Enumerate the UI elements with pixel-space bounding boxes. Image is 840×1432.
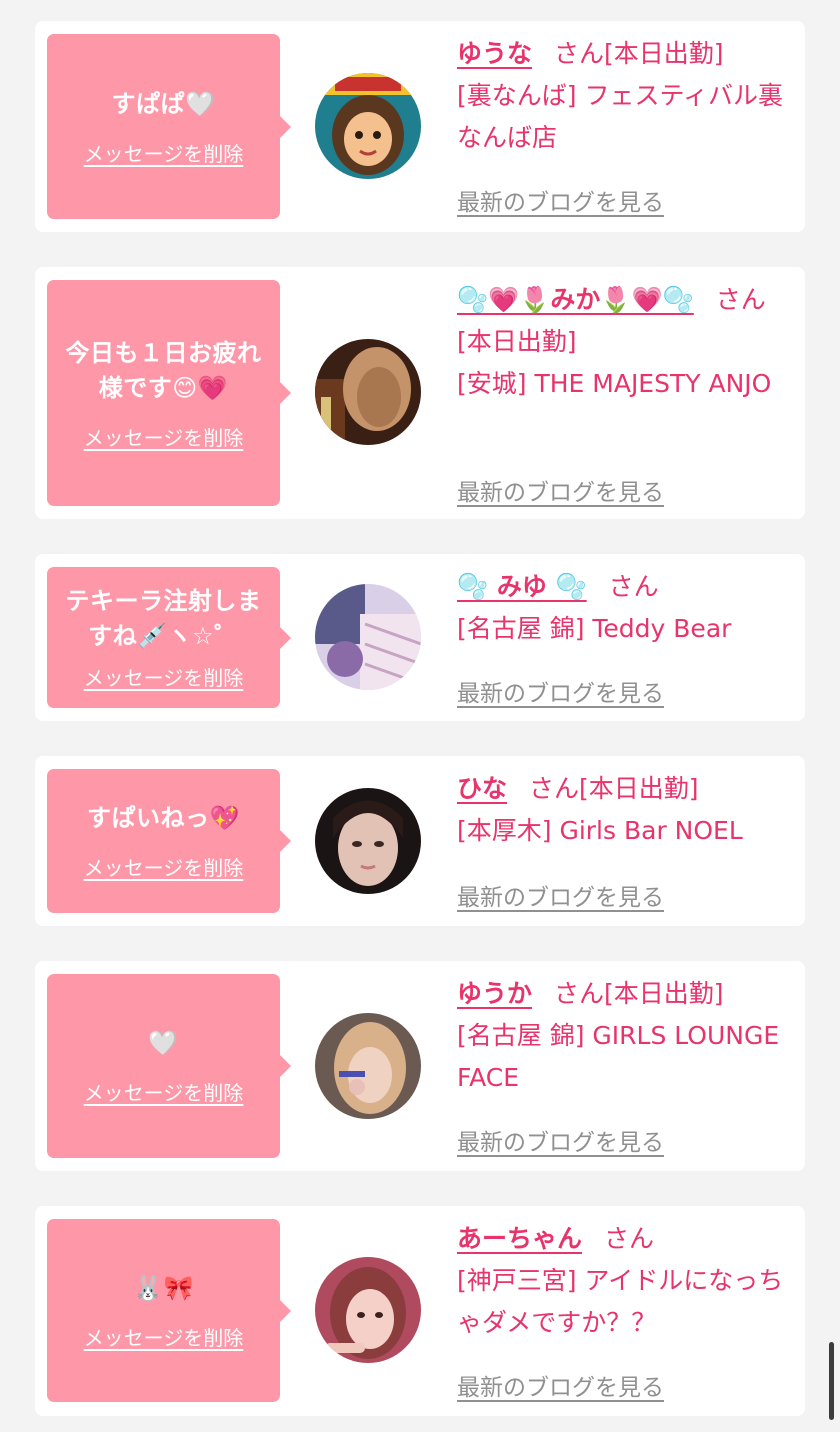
shop-name: [本厚木] Girls Bar NOEL [457,816,743,845]
cast-name-link[interactable]: ゆうな [457,39,532,68]
cast-avatar[interactable] [315,584,421,690]
cast-avatar[interactable] [315,1013,421,1119]
message-text: すぱいねっ💖 [87,804,240,832]
shop-name: [裏なんば] フェスティバル裏なんば店 [457,81,783,152]
shop-name: [神戸三宮] アイドルになっちゃダメですか？？ [457,1266,784,1337]
cast-name-link[interactable]: あーちゃん [457,1224,582,1253]
latest-blog-link[interactable]: 最新のブログを見る [457,1368,664,1402]
cast-info: あーちゃん さん [神戸三宮] アイドルになっちゃダメですか？？ 最新のブログを見… [457,1218,797,1403]
cast-name-link[interactable]: ゆうか [457,979,532,1008]
shop-name: [名古屋 錦] Teddy Bear [457,614,732,643]
message-bubble: 今日も１日お疲れ様です😊💗 メッセージを削除 [47,280,291,506]
cast-name-line: あーちゃん さん [457,1218,797,1260]
delete-message-link[interactable]: メッセージを削除 [84,662,244,691]
avatar-photo-icon [315,1013,421,1119]
latest-blog-link[interactable]: 最新のブログを見る [457,1123,664,1157]
message-text: 🤍 [148,1029,179,1057]
avatar-photo-icon [315,584,421,690]
delete-message-link[interactable]: メッセージを削除 [84,1077,244,1106]
san-suffix: さん [608,572,659,601]
cast-name-link[interactable]: ひな [457,774,507,803]
latest-blog-link[interactable]: 最新のブログを見る [457,674,664,708]
avatar-photo-icon [315,788,421,894]
message-bubble: 🐰🎀 メッセージを削除 [47,1219,291,1402]
latest-blog-link[interactable]: 最新のブログを見る [457,183,664,217]
cast-avatar[interactable] [315,73,421,179]
message-card: テキーラ注射しますね💉ヽ☆゜ メッセージを削除 🫧 みゆ 🫧 さん [名古屋 錦]… [35,554,805,721]
cast-info: ゆうな さん[本日出勤] [裏なんば] フェスティバル裏なんば店 最新のブログを見… [457,33,797,223]
shop-name: [安城] THE MAJESTY ANJO [457,369,772,398]
cast-info: 🫧💗🌷みか🌷💗🫧 さん[本日出勤] [安城] THE MAJESTY ANJO 最… [457,279,797,507]
message-text: 今日も１日お疲れ様です😊💗 [65,338,262,402]
message-feed: すぱぱ🤍 メッセージを削除 ゆうな さん[本日出勤] [裏なんば] フェスティバル… [0,0,840,1432]
delete-message-link[interactable]: メッセージを削除 [84,1322,244,1351]
san-suffix: さん[本日出勤] [554,39,724,68]
delete-message-link[interactable]: メッセージを削除 [84,422,244,451]
message-bubble: すぱぱ🤍 メッセージを削除 [47,34,291,219]
latest-blog-link[interactable]: 最新のブログを見る [457,473,664,507]
message-text: 🐰🎀 [133,1273,194,1302]
cast-name-link[interactable]: 🫧 みゆ 🫧 [457,572,587,601]
cast-name-line: ゆうな さん[本日出勤] [457,33,797,75]
message-card: 🐰🎀 メッセージを削除 あーちゃん さん [神戸三宮] アイドルになっちゃダメです… [35,1206,805,1416]
avatar-photo-icon [315,1257,421,1363]
san-suffix: さん [604,1224,655,1253]
message-card: 🤍 メッセージを削除 ゆうか さん[本日出勤] [名古屋 錦] GIRLS LOU… [35,961,805,1171]
delete-message-link[interactable]: メッセージを削除 [84,138,244,167]
message-card: すぱぱ🤍 メッセージを削除 ゆうな さん[本日出勤] [裏なんば] フェスティバル… [35,21,805,232]
avatar-cartoon-girl-icon [315,73,421,179]
message-text: すぱぱ🤍 [111,89,216,118]
message-bubble: 🤍 メッセージを削除 [47,974,291,1158]
cast-name-line: ゆうか さん[本日出勤] [457,973,797,1015]
cast-name-link[interactable]: 🫧💗🌷みか🌷💗🫧 [457,285,694,314]
avatar-photo-icon [315,339,421,445]
message-card: 今日も１日お疲れ様です😊💗 メッセージを削除 🫧💗🌷みか🌷💗🫧 さん[本日出勤] … [35,267,805,519]
cast-avatar[interactable] [315,1257,421,1363]
delete-message-link[interactable]: メッセージを削除 [84,852,244,881]
message-card: すぱいねっ💖 メッセージを削除 ひな さん[本日出勤] [本厚木] Girls B… [35,756,805,926]
cast-name-line: ひな さん[本日出勤] [457,768,797,810]
cast-name-line: 🫧💗🌷みか🌷💗🫧 さん[本日出勤] [457,279,797,363]
latest-blog-link[interactable]: 最新のブログを見る [457,878,664,912]
san-suffix: さん[本日出勤] [554,979,724,1008]
cast-info: ゆうか さん[本日出勤] [名古屋 錦] GIRLS LOUNGE FACE 最新… [457,973,797,1158]
san-suffix: さん[本日出勤] [529,774,699,803]
cast-avatar[interactable] [315,339,421,445]
cast-avatar[interactable] [315,788,421,894]
message-text: テキーラ注射しますね💉ヽ☆゜ [65,587,262,650]
shop-name: [名古屋 錦] GIRLS LOUNGE FACE [457,1021,780,1092]
cast-info: ひな さん[本日出勤] [本厚木] Girls Bar NOEL 最新のブログを見… [457,768,797,918]
cast-info: 🫧 みゆ 🫧 さん [名古屋 錦] Teddy Bear 最新のブログを見る [457,566,797,711]
scrollbar[interactable] [829,1342,834,1420]
cast-name-line: 🫧 みゆ 🫧 さん [457,566,797,608]
message-bubble: すぱいねっ💖 メッセージを削除 [47,769,291,913]
message-bubble: テキーラ注射しますね💉ヽ☆゜ メッセージを削除 [47,567,291,708]
